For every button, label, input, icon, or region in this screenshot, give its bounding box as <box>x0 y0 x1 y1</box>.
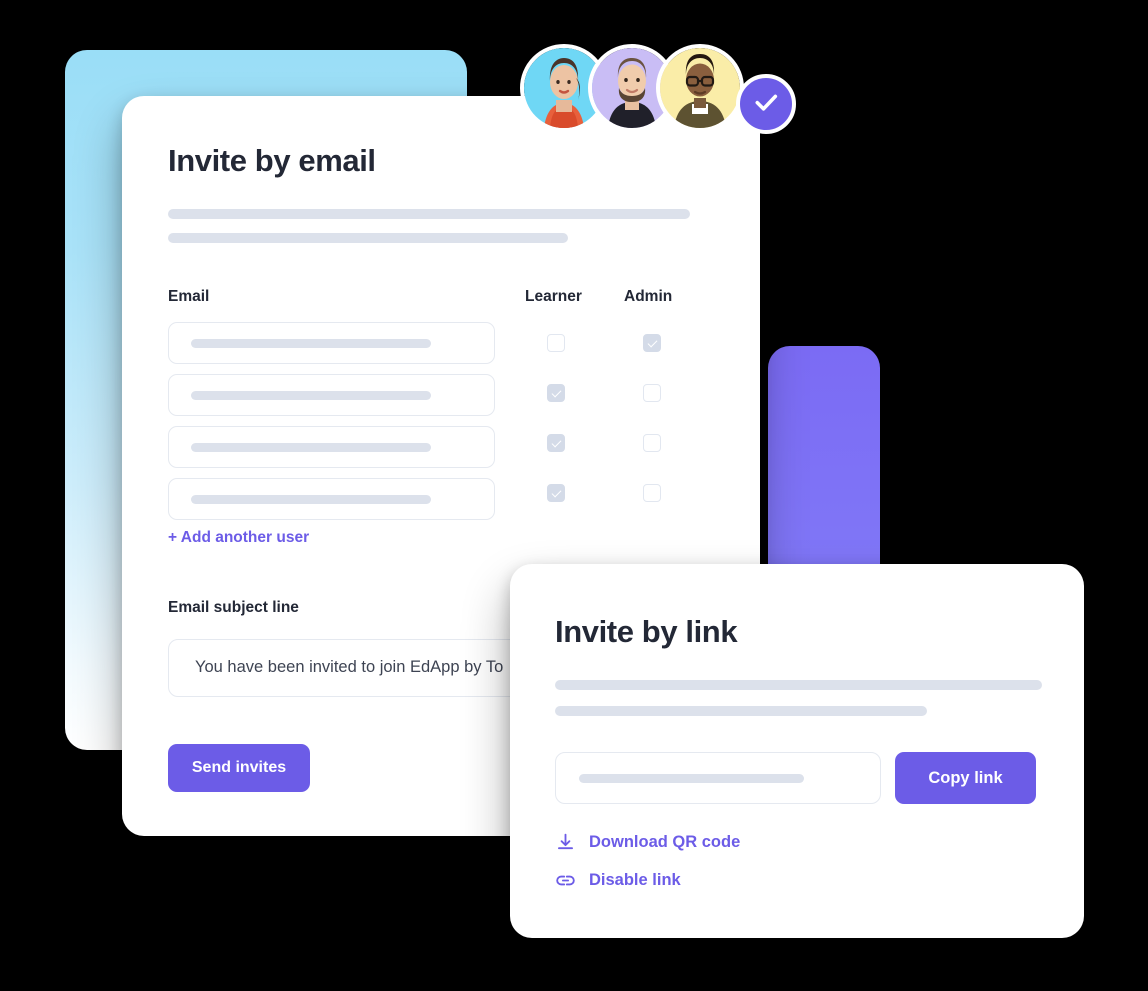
check-icon <box>751 87 781 122</box>
invite-link-input[interactable] <box>555 752 881 804</box>
description-placeholder-line-2 <box>168 233 568 243</box>
add-another-user-link[interactable]: + Add another user <box>168 529 309 547</box>
admin-checkbox-row-3[interactable] <box>643 434 661 452</box>
illustration-stage: Invite by email Email Learner Admin + Ad… <box>0 0 1148 991</box>
email-input-row-2[interactable] <box>168 374 495 416</box>
learner-checkbox-row-2[interactable] <box>547 384 565 402</box>
learner-checkbox-row-4[interactable] <box>547 484 565 502</box>
email-input-row-1[interactable] <box>168 322 495 364</box>
admin-checkbox-row-4[interactable] <box>643 484 661 502</box>
email-input-row-3[interactable] <box>168 426 495 468</box>
avatar-person-3 <box>656 44 744 132</box>
email-subject-label: Email subject line <box>168 599 299 616</box>
invite-by-link-title: Invite by link <box>555 614 738 649</box>
link-description-placeholder-line-2 <box>555 706 927 716</box>
learner-checkbox-row-3[interactable] <box>547 434 565 452</box>
email-input-placeholder <box>191 443 431 452</box>
admin-checkbox-row-1[interactable] <box>643 334 661 352</box>
column-header-admin: Admin <box>624 288 673 305</box>
column-header-email: Email <box>168 288 210 305</box>
learner-checkbox-row-1[interactable] <box>547 334 565 352</box>
download-qr-code-action[interactable]: Download QR code <box>555 832 740 853</box>
email-subject-value: You have been invited to join EdApp by T… <box>195 658 504 676</box>
email-input-row-4[interactable] <box>168 478 495 520</box>
email-input-placeholder <box>191 495 431 504</box>
link-description-placeholder-line-1 <box>555 680 1042 690</box>
send-invites-button[interactable]: Send invites <box>168 744 310 792</box>
link-icon <box>555 870 576 891</box>
admin-checkbox-row-2[interactable] <box>643 384 661 402</box>
copy-link-button[interactable]: Copy link <box>895 752 1036 804</box>
download-qr-code-label: Download QR code <box>589 833 741 851</box>
email-input-placeholder <box>191 391 431 400</box>
download-icon <box>555 832 576 853</box>
invite-link-placeholder <box>579 774 804 783</box>
disable-link-action[interactable]: Disable link <box>555 870 681 891</box>
invite-by-link-card: Invite by link Copy link Download QR cod… <box>510 564 1084 938</box>
column-header-learner: Learner <box>525 288 582 305</box>
invite-accepted-badge <box>736 74 796 134</box>
description-placeholder-line-1 <box>168 209 690 219</box>
invite-by-email-title: Invite by email <box>168 143 376 178</box>
email-input-placeholder <box>191 339 431 348</box>
disable-link-label: Disable link <box>589 871 681 889</box>
